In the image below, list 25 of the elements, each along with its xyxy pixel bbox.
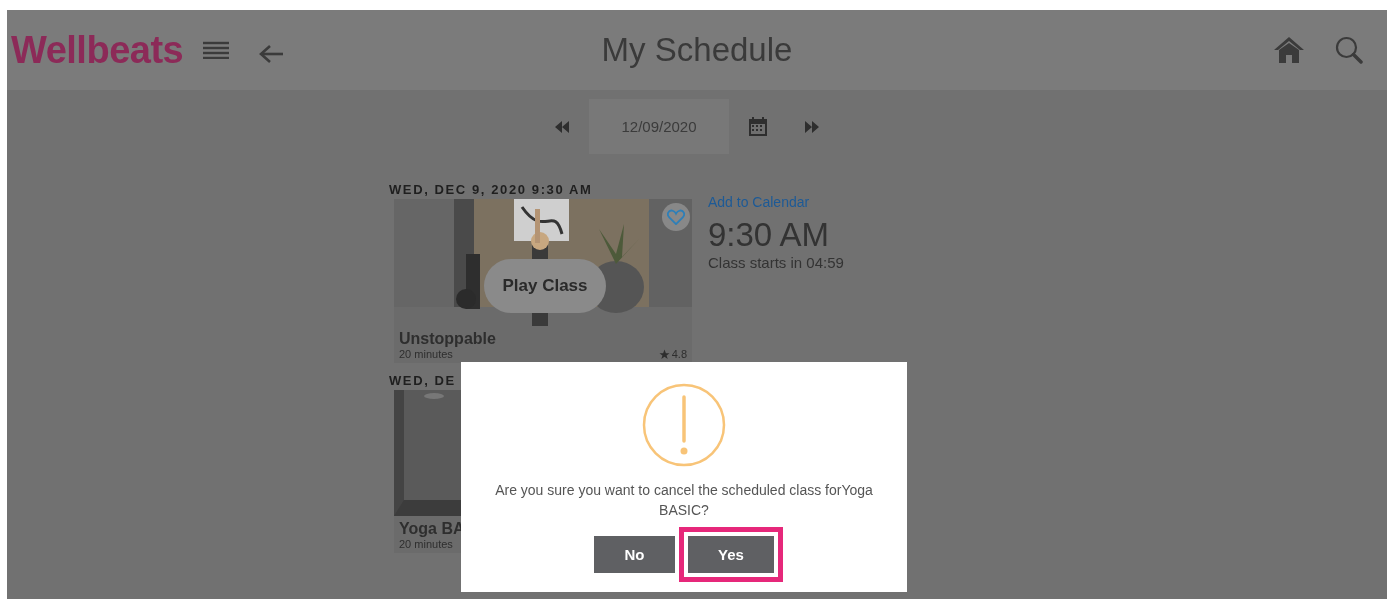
rating-value: 4.8	[671, 348, 687, 361]
countdown-label: Class starts in 04:59	[708, 254, 844, 271]
page-title: My Schedule	[601, 31, 793, 68]
class-card[interactable]: Play Class Unstoppable 20 minutes 4.8	[394, 199, 692, 363]
confirmation-message: Are you sure you want to cancel the scheduled class forYoga BASIC?	[494, 481, 874, 520]
no-button[interactable]: No	[594, 536, 675, 573]
duration-label: 20 minutes	[399, 348, 453, 361]
star-icon	[658, 349, 670, 360]
class-title: Unstoppable	[399, 330, 496, 348]
play-class-button[interactable]: Play Class	[484, 259, 606, 313]
next-icon[interactable]	[805, 120, 819, 133]
search-icon[interactable]	[1335, 36, 1363, 64]
warning-icon	[642, 383, 726, 467]
duration-label: 20 minutes	[399, 538, 453, 551]
menu-icon[interactable]	[203, 41, 230, 59]
previous-icon[interactable]	[555, 120, 569, 133]
back-arrow-icon[interactable]	[259, 44, 284, 64]
date-heading: WED, DEC 9, 2020 9:30 AM	[389, 182, 593, 197]
date-heading: WED, DE	[389, 373, 456, 388]
date-field[interactable]: 12/09/2020	[589, 99, 729, 154]
calendar-icon[interactable]	[749, 117, 767, 136]
heart-icon	[667, 209, 685, 225]
start-time: 9:30 AM	[708, 216, 830, 254]
home-icon[interactable]	[1273, 36, 1305, 64]
yes-button[interactable]: Yes	[688, 536, 774, 573]
